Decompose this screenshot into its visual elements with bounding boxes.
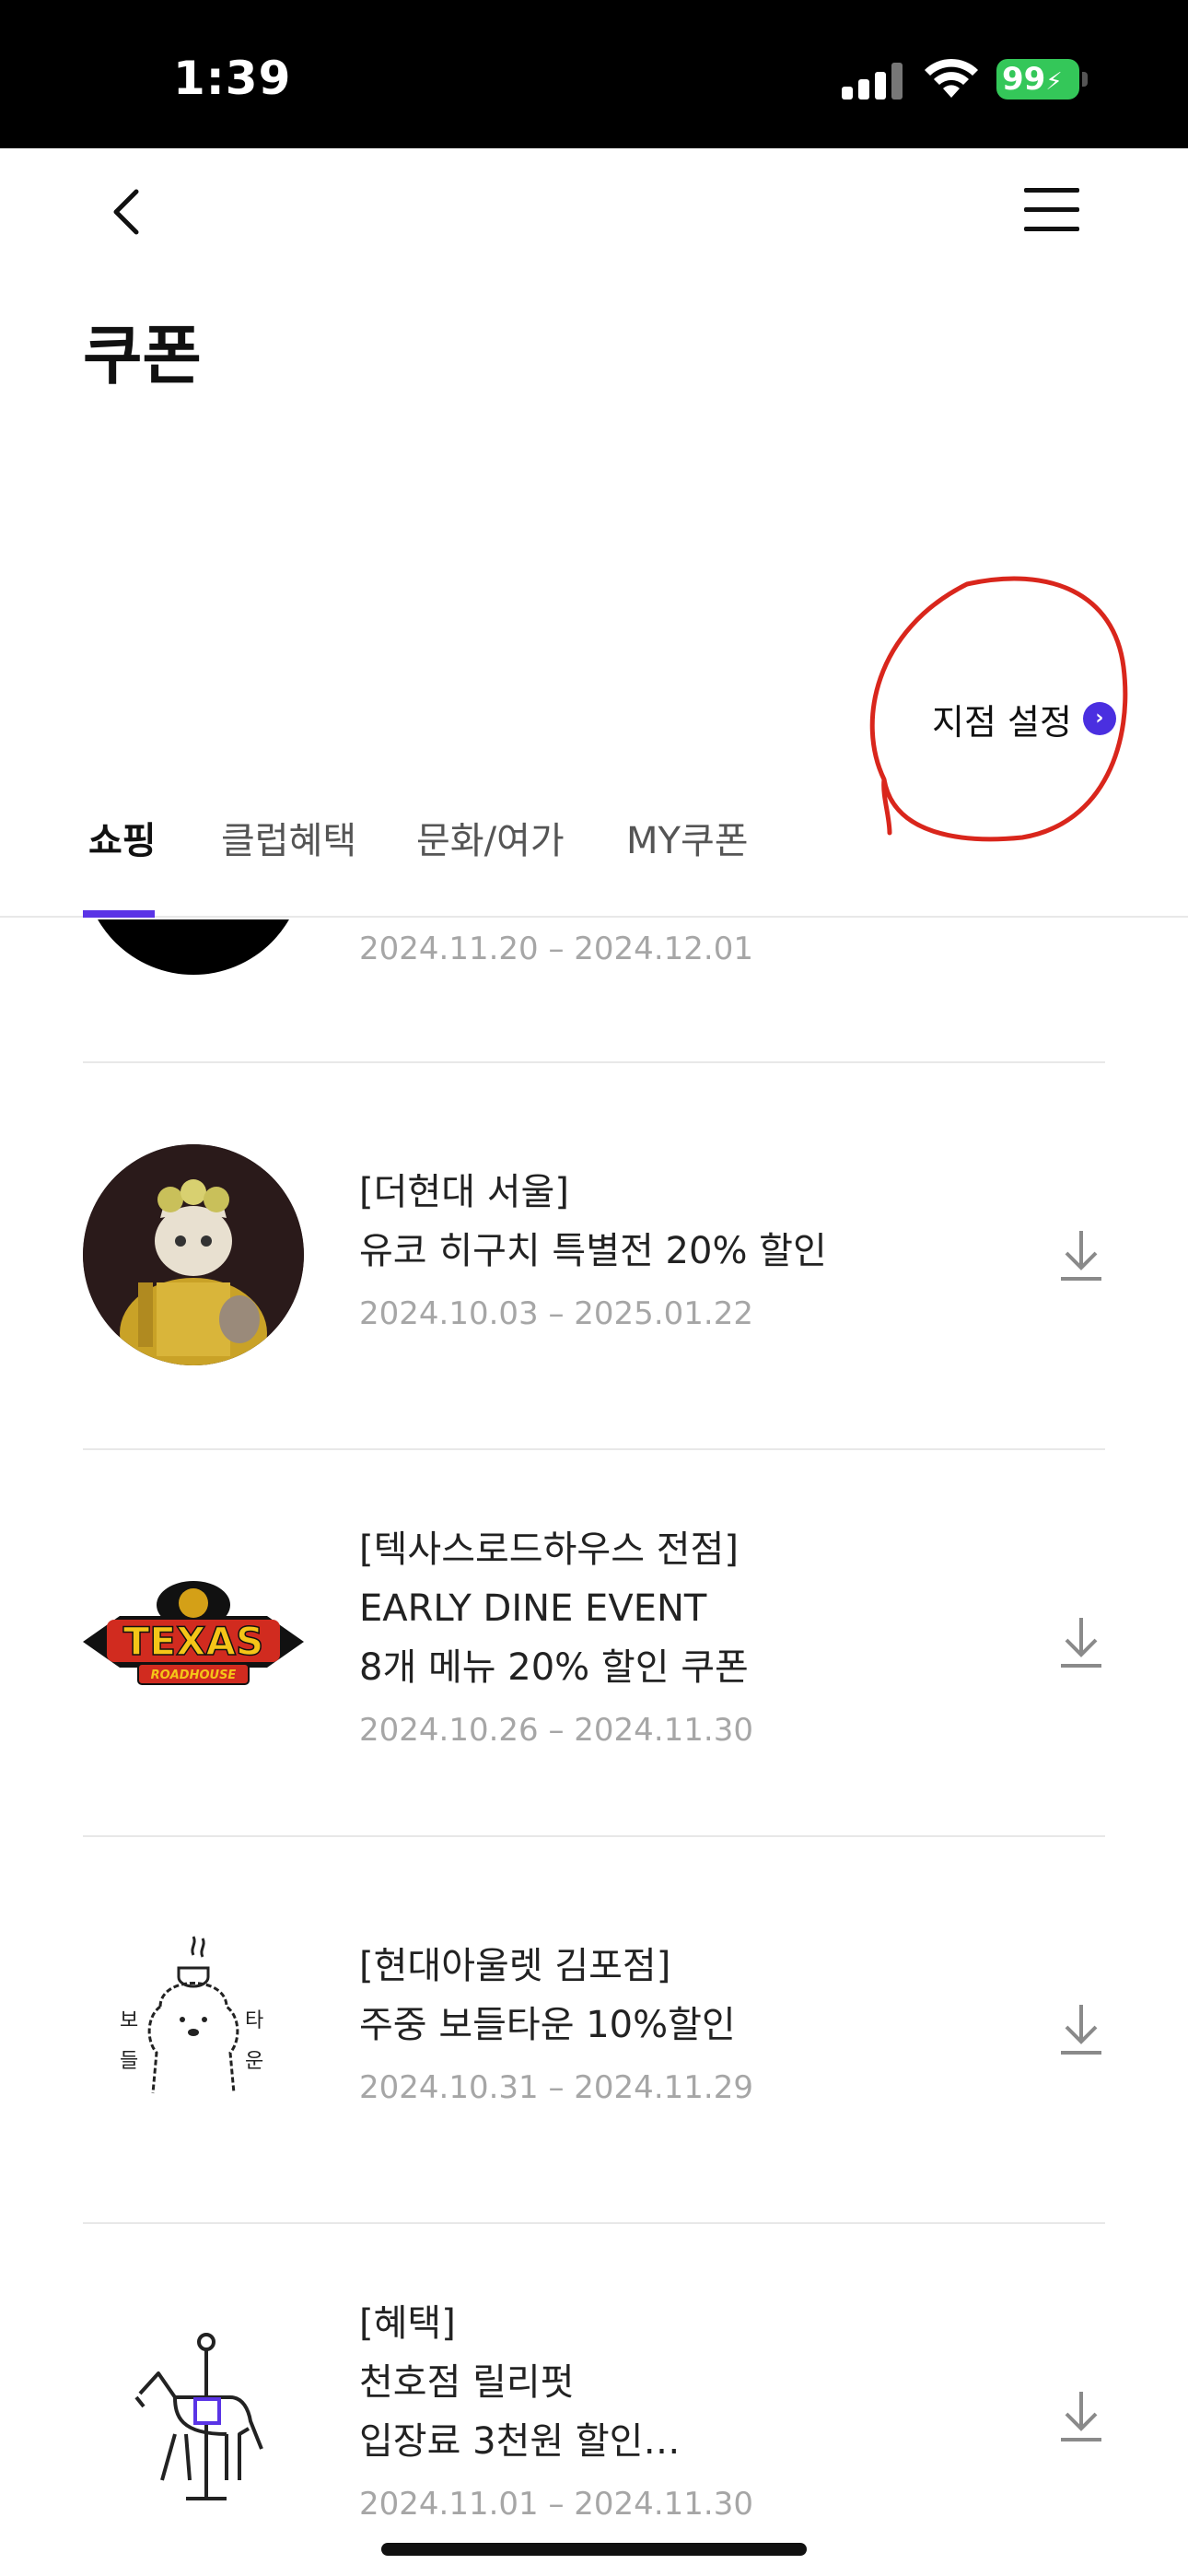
tab-culture-leisure[interactable]: 문화/여가 (416, 811, 565, 918)
status-bar: 1:39 99⚡ (0, 0, 1188, 148)
category-tabs: 쇼핑 클럽혜택 문화/여가 MY쿠폰 (0, 802, 1188, 918)
status-time: 1:39 (173, 52, 292, 105)
battery-icon: 99⚡ (996, 59, 1079, 100)
coupon-line: EARLY DINE EVENT (359, 1587, 707, 1630)
coupon-line: 주중 보들타운 10%할인 (359, 2004, 736, 2046)
bodeul-logo-char: 보 (120, 2009, 138, 2032)
branch-setting-label: 지점 설정 (932, 701, 1072, 743)
coupon-text: [현대아울렛 김포점] 주중 보들타운 10%할인 2024.10.31 – 2… (359, 1937, 1022, 2117)
tab-my-coupons[interactable]: MY쿠폰 (626, 811, 749, 918)
tab-shopping[interactable]: 쇼핑 (88, 811, 157, 918)
coupon-line: 8개 메뉴 20% 할인 쿠폰 (359, 1646, 749, 1689)
coupon-line: [혜택] (359, 2302, 456, 2345)
coupon-line: 입장료 3천원 할인… (359, 2420, 681, 2463)
coupon-thumbnail (83, 919, 304, 975)
battery-level: 99 (1002, 61, 1046, 98)
coupon-item[interactable]: [더현대 서울] 유코 히구치 특별전 20% 할인 2024.10.03 – … (83, 1063, 1105, 1450)
charging-icon: ⚡ (1045, 68, 1063, 96)
coupon-thumbnail-cat-illustration (83, 1144, 304, 1365)
download-icon[interactable] (1057, 1227, 1105, 1282)
bodeul-logo-char: 타 (245, 2009, 263, 2032)
coupon-item[interactable]: TEXAS ROADHOUSE [텍사스로드하우스 전점] EARLY DINE… (83, 1450, 1105, 1837)
chevron-right-icon: › (1082, 702, 1116, 735)
coupon-text: 2024.11.20 – 2024.12.01 (359, 919, 1022, 978)
coupon-date: 2024.11.01 – 2024.11.30 (359, 2486, 753, 2523)
coupon-list: 2024.11.20 – 2024.12.01 [더현대 서울] 유코 히구치 … (0, 919, 1188, 2576)
coupon-thumbnail-bodeul-town-logo: 보 들 타 운 (83, 1918, 304, 2139)
cellular-signal-icon (842, 63, 903, 100)
download-icon[interactable] (1057, 2001, 1105, 2056)
bodeul-logo-char: 들 (120, 2050, 138, 2073)
bodeul-town-logo: 보 들 타 운 (120, 1936, 263, 2094)
download-icon[interactable] (1057, 2388, 1105, 2443)
home-indicator[interactable] (381, 2543, 807, 2556)
coupon-text: [텍사스로드하우스 전점] EARLY DINE EVENT 8개 메뉴 20%… (359, 1520, 1022, 1760)
active-tab-indicator (83, 910, 155, 918)
page-title: 쿠폰 (83, 318, 202, 393)
coupon-text: [더현대 서울] 유코 히구치 특별전 20% 할인 2024.10.03 – … (359, 1163, 1022, 1343)
coupon-line: [텍사스로드하우스 전점] (359, 1528, 739, 1571)
bodeul-logo-char: 운 (245, 2050, 263, 2073)
coupon-date: 2024.11.20 – 2024.12.01 (359, 931, 753, 967)
roadhouse-logo-text: ROADHOUSE (151, 1669, 237, 1682)
cat-illustration-image (83, 1144, 304, 1365)
coupon-line: [현대아울렛 김포점] (359, 1945, 671, 1987)
coupon-date: 2024.10.03 – 2025.01.22 (359, 1295, 753, 1332)
coupon-line: [더현대 서울] (359, 1171, 569, 1213)
coupon-line: 유코 히구치 특별전 20% 할인 (359, 1230, 827, 1272)
coupon-item[interactable]: 보 들 타 운 [현대아울렛 김포점] 주중 보들타운 10%할인 2024.1… (83, 1837, 1105, 2224)
back-button[interactable] (99, 184, 155, 240)
texas-logo-text: TEXAS (123, 1619, 263, 1664)
coupon-thumbnail-texas-roadhouse-logo: TEXAS ROADHOUSE (83, 1531, 304, 1752)
wifi-icon (925, 58, 978, 98)
texas-roadhouse-logo: TEXAS ROADHOUSE (83, 1581, 304, 1685)
carousel-horse-icon (134, 2333, 263, 2500)
coupon-text: [혜택] 천호점 릴리펏 입장료 3천원 할인… 2024.11.01 – 20… (359, 2294, 1022, 2534)
coupon-thumbnail-carousel-horse-icon (83, 2305, 304, 2526)
tab-club-benefits[interactable]: 클럽혜택 (221, 811, 356, 918)
coupon-line: 천호점 릴리펏 (359, 2361, 575, 2404)
menu-button[interactable] (1022, 184, 1083, 236)
download-icon[interactable] (1057, 1614, 1105, 1669)
battery-tip (1082, 72, 1088, 87)
coupon-date: 2024.10.26 – 2024.11.30 (359, 1712, 753, 1749)
branch-setting-button[interactable]: 지점 설정 › (932, 693, 1116, 744)
coupon-date: 2024.10.31 – 2024.11.29 (359, 2069, 753, 2106)
coupon-item[interactable]: [혜택] 천호점 릴리펏 입장료 3천원 할인… 2024.11.01 – 20… (83, 2224, 1105, 2576)
